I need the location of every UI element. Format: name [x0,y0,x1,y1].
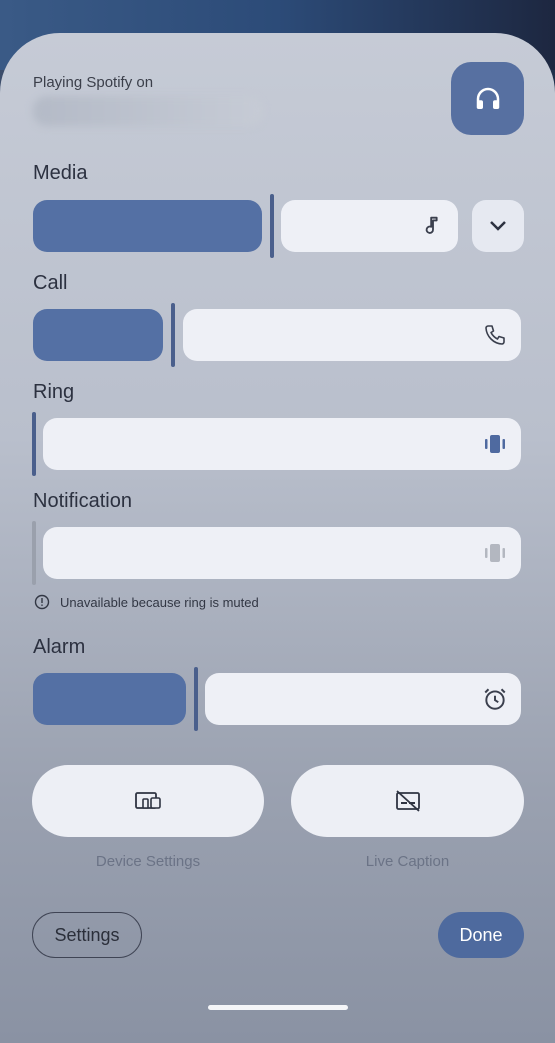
info-icon [34,594,50,610]
notification-slider-track [43,527,521,579]
alarm-slider-track[interactable] [205,673,521,725]
media-slider-handle[interactable] [270,194,274,258]
home-indicator[interactable] [208,1005,348,1010]
device-settings-label: Device Settings [95,853,201,870]
vibrate-icon [480,429,510,459]
device-settings-icon [135,792,161,809]
call-label: Call [33,272,68,294]
call-slider-track[interactable] [183,309,521,361]
ring-slider-handle[interactable] [32,412,36,476]
call-slider-fill[interactable] [33,309,163,361]
playing-on-label: Playing Spotify on [33,74,154,91]
alarm-label: Alarm [33,636,86,658]
media-label: Media [33,162,88,184]
notification-slider-handle [32,521,36,585]
notification-note-text: Unavailable because ring is muted [60,594,259,610]
live-caption-label: Live Caption [365,853,450,870]
notification-unavailable-note: Unavailable because ring is muted [34,594,259,610]
call-slider-handle[interactable] [171,303,175,367]
music-note-icon [418,210,448,240]
alarm-slider-fill[interactable] [33,673,186,725]
live-caption-off-icon [395,790,420,812]
notification-label: Notification [33,490,132,512]
phone-icon [480,320,510,350]
device-settings-button[interactable] [32,765,264,837]
headphones-icon [476,87,499,109]
ring-label: Ring [33,381,75,403]
expand-button[interactable] [472,200,524,252]
ring-slider-track[interactable] [43,418,521,470]
done-button[interactable]: Done [438,912,524,958]
media-slider-fill[interactable] [33,200,262,252]
live-caption-button[interactable] [291,765,524,837]
alarm-clock-icon [480,684,510,714]
output-device-name-blurred [33,96,263,126]
chevron-down-icon [490,221,506,231]
settings-button[interactable]: Settings [32,912,142,958]
alarm-slider-handle[interactable] [194,667,198,731]
vibrate-icon [480,538,510,568]
output-device-button[interactable] [451,62,524,135]
